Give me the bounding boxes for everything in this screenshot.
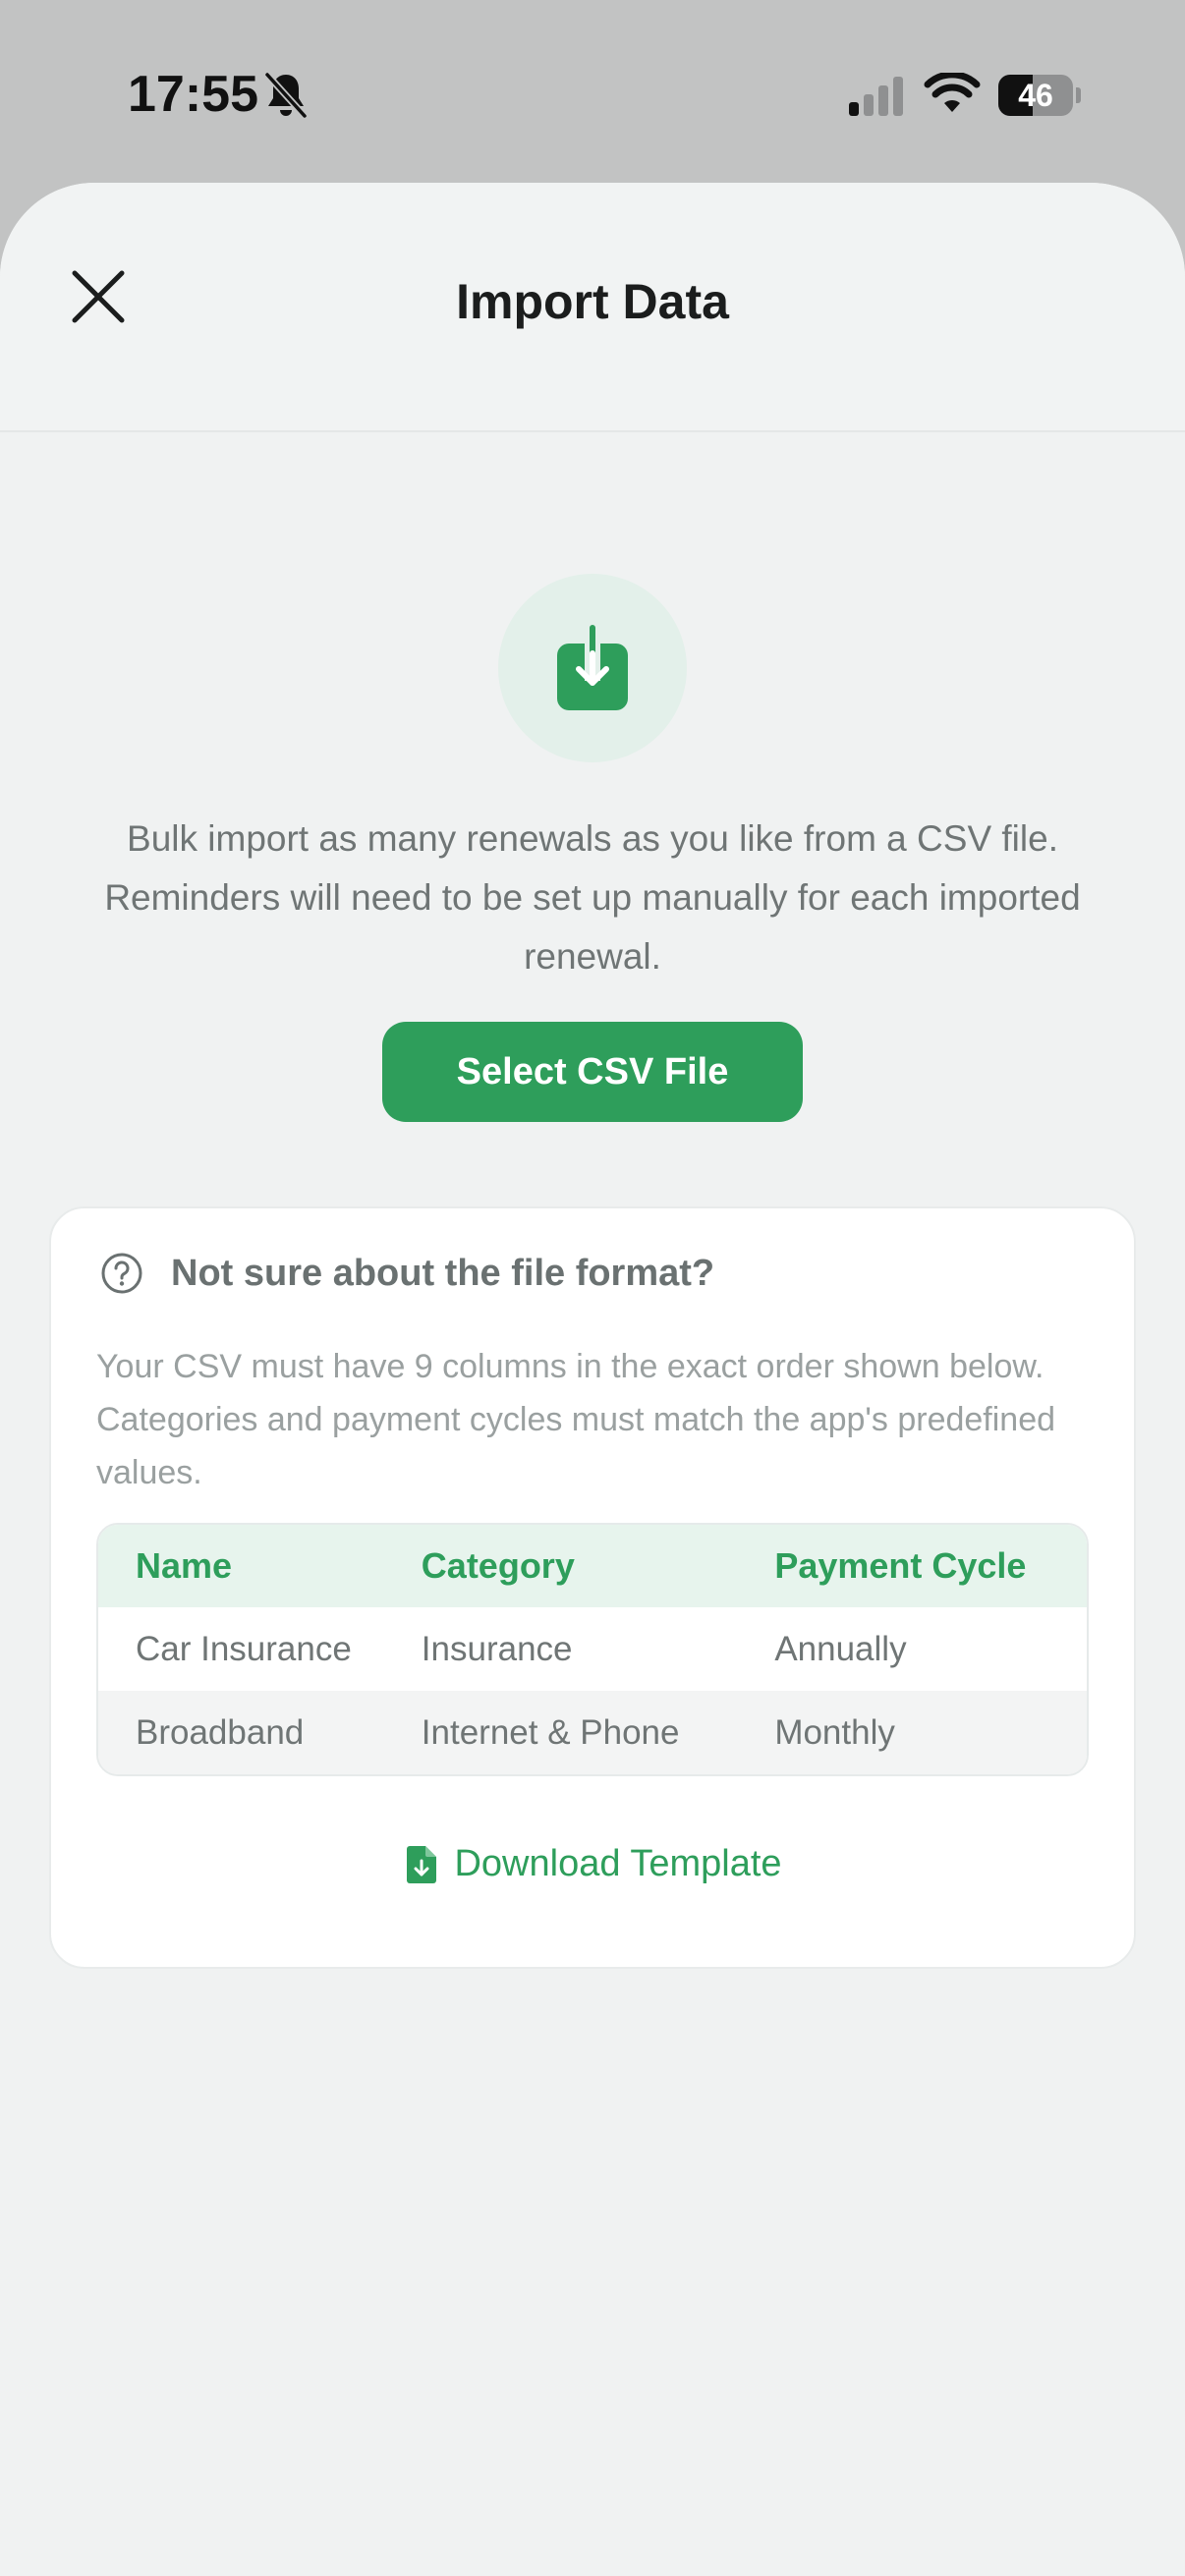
table-cell: Annually	[774, 1629, 907, 1668]
table-cell: Insurance	[421, 1629, 573, 1668]
download-tray-icon	[557, 625, 628, 710]
card-header: Not sure about the file format?	[100, 1252, 714, 1295]
sheet-header: Import Data	[0, 183, 1185, 432]
document-download-icon	[407, 1845, 437, 1883]
table-cell: Broadband	[136, 1712, 305, 1752]
battery-icon: 46	[998, 75, 1081, 116]
import-sheet: Import Data Bulk import as many renewals…	[0, 183, 1185, 2576]
page-title: Import Data	[456, 274, 729, 329]
file-format-help-card: Not sure about the file format? Your CSV…	[49, 1206, 1136, 1969]
table-header-row: Name Category Payment Cycle	[98, 1525, 1087, 1607]
status-bar: 17:55 46	[0, 0, 1185, 187]
intro-text: Bulk import as many renewals as you like…	[104, 818, 1081, 977]
wifi-icon	[924, 73, 981, 112]
question-circle-icon	[101, 1253, 142, 1294]
battery-level: 46	[1018, 78, 1053, 113]
table-row: Broadband Internet & Phone Monthly	[98, 1691, 1087, 1774]
import-icon-badge	[498, 574, 687, 762]
column-header: Category	[421, 1545, 575, 1586]
table-cell: Internet & Phone	[421, 1712, 680, 1752]
table-cell: Car Insurance	[136, 1629, 352, 1668]
table-row: Car Insurance Insurance Annually	[98, 1607, 1087, 1691]
screen: 17:55 46 Import Data Bulk import as many…	[0, 0, 1185, 2576]
sample-table: Name Category Payment Cycle Car Insuranc…	[96, 1523, 1089, 1776]
status-time: 17:55	[128, 66, 258, 123]
card-title: Not sure about the file format?	[171, 1252, 715, 1294]
column-header: Payment Cycle	[774, 1545, 1027, 1586]
table-cell: Monthly	[774, 1712, 895, 1752]
signal-icon	[849, 77, 903, 116]
bell-slash-icon	[264, 72, 308, 119]
card-description: Your CSV must have 9 columns in the exac…	[96, 1348, 1056, 1491]
download-template-label: Download Template	[454, 1843, 782, 1884]
select-csv-button[interactable]: Select CSV File	[382, 1022, 803, 1122]
download-template-link[interactable]: Download Template	[51, 1843, 1138, 1885]
column-header: Name	[136, 1545, 233, 1586]
